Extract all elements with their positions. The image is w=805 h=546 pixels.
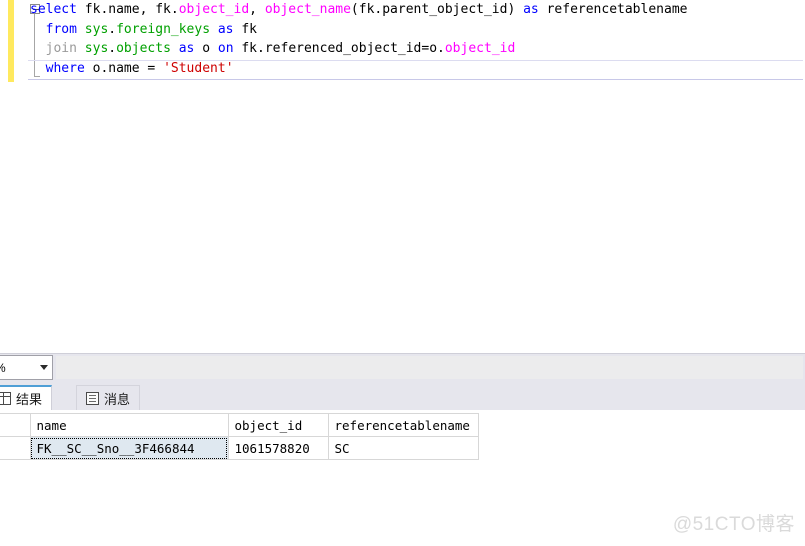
column-header-referencetablename[interactable]: referencetablename [327,413,479,437]
sql-line-3: join sys.objects as o on fk.referenced_o… [45,41,516,56]
tab-messages-label: 消息 [104,391,131,407]
tab-results[interactable]: 结果 [0,385,53,410]
results-grid[interactable]: name object_id referencetablename FK__SC… [0,413,479,460]
grid-corner-header[interactable] [0,413,31,437]
sql-line-1: select fk.name, fk.object_id, object_nam… [30,2,688,17]
sql-line-2: from sys.foreign_keys as fk [45,21,257,37]
grid-header-row: name object_id referencetablename [0,413,479,437]
chevron-down-icon[interactable] [40,365,48,370]
sql-line-4: where o.name = 'Student' [45,60,234,76]
cell-referencetablename[interactable]: SC [327,436,479,460]
editor-bottom-toolbar: 0 % [0,353,805,383]
sql-editor-pane[interactable]: select fk.name, fk.object_id, object_nam… [0,0,805,353]
column-header-name[interactable]: name [29,413,229,437]
sql-code-text[interactable]: select fk.name, fk.object_id, object_nam… [30,0,805,78]
horizontal-scrollbar[interactable] [56,356,803,379]
results-tabstrip: 结果 消息 [0,383,805,410]
zoom-level-combobox[interactable]: 0 % [0,355,53,380]
column-header-object-id[interactable]: object_id [227,413,329,437]
watermark-text: @51CTO博客 [672,514,795,535]
tab-messages[interactable]: 消息 [76,385,141,410]
ssms-query-window: select fk.name, fk.object_id, object_nam… [0,0,805,546]
zoom-level-value: 0 % [0,361,6,375]
message-icon [86,391,99,405]
cell-object-id[interactable]: 1061578820 [227,436,329,460]
grid-icon [0,392,11,405]
tab-results-label: 结果 [16,392,43,407]
cell-name[interactable]: FK__SC__Sno__3F466844 [29,436,229,460]
table-row[interactable]: FK__SC__Sno__3F466844 1061578820 SC [0,436,479,460]
row-header-selector[interactable] [0,436,31,460]
